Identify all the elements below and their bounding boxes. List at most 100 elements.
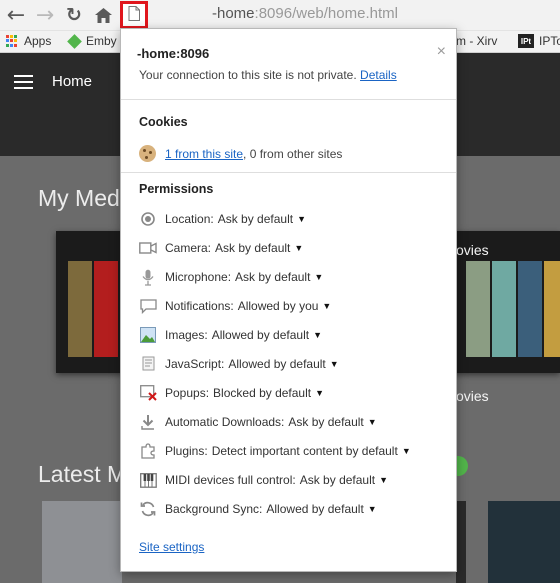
- close-icon[interactable]: ×: [437, 43, 446, 61]
- bookmark-apps[interactable]: Apps: [6, 34, 51, 48]
- chevron-down-icon: ▼: [329, 359, 339, 369]
- site-settings-link[interactable]: Site settings: [139, 540, 204, 554]
- ipt-icon: IPt: [518, 34, 534, 48]
- permission-plugins[interactable]: Plugins: Detect important content by def…: [139, 441, 411, 461]
- permission-value: Ask by default: [288, 415, 364, 429]
- url-host: -home: [212, 5, 255, 22]
- permission-location[interactable]: Location: Ask by default ▼: [139, 209, 306, 229]
- permission-notifications[interactable]: Notifications: Allowed by you ▼: [139, 296, 331, 316]
- bookmark-label: m - Xirv: [456, 34, 498, 48]
- back-arrow-icon[interactable]: ←: [5, 3, 27, 28]
- cookies-heading: Cookies: [139, 115, 188, 129]
- permission-value: Allowed by default: [228, 357, 326, 371]
- permission-label: Automatic Downloads:: [165, 415, 285, 429]
- permission-label: Location:: [165, 212, 214, 226]
- poster-image: [466, 261, 490, 357]
- chevron-down-icon: ▼: [313, 330, 323, 340]
- popups-icon: [139, 384, 157, 402]
- permission-value: Allowed by default: [211, 328, 310, 342]
- permission-automatic-downloads[interactable]: Automatic Downloads: Ask by default ▼: [139, 412, 377, 432]
- permission-value: Ask by default: [299, 473, 376, 487]
- menu-icon[interactable]: [14, 75, 33, 89]
- location-icon: [139, 210, 157, 228]
- poster-image: [492, 261, 516, 357]
- permission-value: Detect important content by default: [211, 444, 398, 458]
- permission-javascript[interactable]: JavaScript: Allowed by default ▼: [139, 354, 339, 374]
- permission-label: Notifications:: [165, 299, 234, 313]
- permission-popups[interactable]: Popups: Blocked by default ▼: [139, 383, 324, 403]
- permission-value: Allowed by you: [237, 299, 319, 313]
- bookmark-label: IPTo: [539, 34, 560, 48]
- section-my-media: My Med: [38, 185, 120, 211]
- reload-icon[interactable]: ↻: [63, 4, 85, 26]
- host-text: -home:8096: [137, 46, 210, 61]
- microphone-icon: [139, 268, 157, 286]
- javascript-icon: [139, 355, 157, 373]
- bookmark-label: Emby: [86, 34, 117, 48]
- permission-label: Background Sync:: [165, 502, 263, 516]
- cookie-icon: [139, 145, 156, 162]
- chevron-down-icon: ▼: [379, 475, 389, 485]
- page-document-icon: [128, 5, 140, 25]
- permission-label: MIDI devices full control:: [165, 473, 296, 487]
- permissions-heading: Permissions: [139, 182, 214, 196]
- page-info-button[interactable]: [120, 1, 148, 29]
- images-icon: [139, 326, 157, 344]
- page-title: Home: [52, 73, 93, 90]
- connection-text: Your connection to this site is not priv…: [139, 68, 357, 82]
- latest-poster[interactable]: [456, 501, 466, 583]
- bookmark-xirv[interactable]: m - Xirv: [456, 34, 497, 48]
- download-icon: [139, 413, 157, 431]
- chevron-down-icon: ▼: [401, 446, 411, 456]
- bookmark-emby[interactable]: Emby: [67, 33, 117, 49]
- permission-value: Ask by default: [215, 241, 291, 255]
- cookies-link[interactable]: 1 from this site: [165, 147, 243, 161]
- chevron-down-icon: ▼: [367, 417, 377, 427]
- chevron-down-icon: ▼: [367, 504, 377, 514]
- permission-value: Blocked by default: [213, 386, 312, 400]
- chevron-down-icon: ▼: [322, 301, 332, 311]
- permission-label: Plugins:: [165, 444, 208, 458]
- popup-site-host: -home:8096: [137, 46, 209, 61]
- poster-image: [518, 261, 542, 357]
- chevron-down-icon: ▼: [314, 272, 324, 282]
- apps-grid-icon: [6, 34, 19, 48]
- plugin-icon: [139, 442, 157, 460]
- poster-image: [94, 261, 118, 357]
- permission-camera[interactable]: Camera: Ask by default ▼: [139, 238, 303, 258]
- url-path: :8096/web/home.html: [254, 5, 398, 22]
- notifications-icon: [139, 297, 157, 315]
- details-link[interactable]: Details: [360, 68, 397, 82]
- permission-label: Camera:: [165, 241, 212, 255]
- browser-toolbar: ← → ↻ -home:8096/web/home.html: [0, 0, 560, 31]
- permission-background-sync[interactable]: Background Sync: Allowed by default ▼: [139, 499, 377, 519]
- cookies-other: , 0 from other sites: [243, 146, 343, 161]
- divider: [121, 99, 456, 100]
- permission-value: Ask by default: [235, 270, 311, 284]
- midi-icon: [139, 471, 157, 489]
- home-icon[interactable]: [92, 4, 114, 26]
- poster-image: [68, 261, 92, 357]
- permission-value: Allowed by default: [266, 502, 364, 516]
- address-bar[interactable]: -home:8096/web/home.html: [212, 5, 398, 22]
- divider: [121, 172, 456, 173]
- chevron-down-icon: ▼: [294, 243, 304, 253]
- permission-midi[interactable]: MIDI devices full control: Ask by defaul…: [139, 470, 388, 490]
- bookmark-label: Apps: [24, 34, 52, 48]
- tile-label: ovies: [456, 242, 489, 258]
- section-latest: Latest M: [38, 461, 127, 487]
- latest-poster[interactable]: [488, 501, 560, 583]
- latest-poster[interactable]: [42, 501, 122, 583]
- permission-images[interactable]: Images: Allowed by default ▼: [139, 325, 322, 345]
- permission-value: Ask by default: [217, 212, 294, 226]
- forward-arrow-icon[interactable]: →: [34, 3, 56, 28]
- cookies-row: 1 from this site, 0 from other sites: [139, 145, 342, 162]
- permission-label: JavaScript:: [165, 357, 225, 371]
- permission-microphone[interactable]: Microphone: Ask by default ▼: [139, 267, 323, 287]
- bookmark-ipto[interactable]: IPt IPTo: [518, 34, 560, 48]
- page-info-popup: -home:8096 × Your connection to this sit…: [120, 28, 457, 572]
- permission-label: Images:: [165, 328, 208, 342]
- chevron-down-icon: ▼: [315, 388, 325, 398]
- permission-label: Microphone:: [165, 270, 232, 284]
- tile-caption: ovies: [456, 388, 489, 404]
